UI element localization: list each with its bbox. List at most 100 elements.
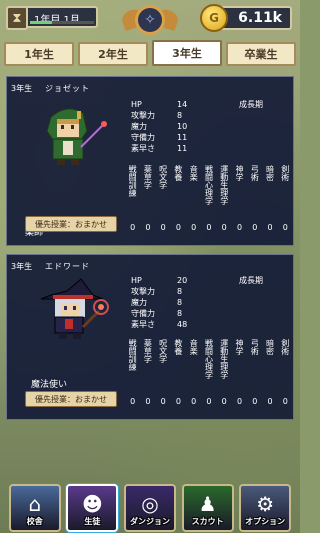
school-emblem-button[interactable]: ✧ — [119, 2, 181, 38]
subject-value: 0 — [130, 223, 136, 232]
subject-value: 0 — [145, 223, 151, 232]
stat-list: HP 20 攻撃力 8 魔力 8 守備力 8 素早さ 48 — [131, 276, 188, 329]
subject-label: 戦闘訓練 — [128, 165, 138, 197]
student-name: ジョゼット — [45, 84, 90, 93]
coin-icon: G — [200, 4, 228, 32]
subject-label: 呪文学 — [158, 165, 168, 189]
subject-grid: 戦闘訓練 0 薬草学 0 呪文学 0 教養 0 音楽 0 戦闘心理学 0 運動生理学 0 神学 0 弓術 0 暗密 0… — [125, 339, 293, 406]
subject-label: 剣術 — [280, 165, 290, 181]
subject-column: 神学 0 — [232, 339, 247, 406]
month-progress-bar — [30, 21, 94, 24]
subject-value: 0 — [206, 397, 212, 406]
subject-label: 剣術 — [280, 339, 290, 355]
nav-label: スカウト — [191, 517, 224, 526]
subject-label: 運動生理学 — [219, 165, 229, 205]
student-card[interactable]: 3年生 エドワード 魔法使い 優先授業：おまかせ HP 20 攻撃力 8 魔力 8 守… — [6, 254, 294, 420]
subject-label: 薬草学 — [143, 165, 153, 189]
grade-tabs: 1年生 2年生 3年生 卒業生 — [4, 40, 296, 66]
subject-label: 教養 — [173, 165, 183, 181]
subject-value: 0 — [282, 397, 288, 406]
nav-school[interactable]: ⌂ 校舎 — [8, 484, 61, 532]
nav-student[interactable]: ☻ 生徒 — [66, 484, 119, 532]
subject-column: 戦闘心理学 0 — [201, 165, 216, 232]
subject-value: 0 — [267, 397, 273, 406]
scout-icon: ♟ — [198, 492, 217, 516]
tab-grade-1[interactable]: 1年生 — [4, 42, 74, 66]
subject-label: 神学 — [234, 339, 244, 355]
subject-value: 0 — [175, 397, 181, 406]
subject-value: 0 — [267, 223, 273, 232]
subject-label: 運動生理学 — [219, 339, 229, 379]
money-box: G 6.11k — [200, 4, 292, 32]
student-sprite — [40, 278, 109, 339]
subject-column: 教養 0 — [171, 339, 186, 406]
subject-value: 0 — [191, 397, 197, 406]
bottom-nav: ⌂ 校舎 ☻ 生徒 ◎ ダンジョン ♟ スカウト ⚙ オプション — [0, 484, 300, 533]
subject-value: 0 — [221, 397, 227, 406]
tab-graduates[interactable]: 卒業生 — [226, 42, 296, 66]
subject-column: 薬草学 0 — [140, 339, 155, 406]
nav-options[interactable]: ⚙ オプション — [239, 484, 292, 532]
subject-value: 0 — [221, 223, 227, 232]
student-name: エドワード — [45, 262, 90, 271]
nav-scout[interactable]: ♟ スカウト — [181, 484, 234, 532]
subject-column: 弓術 0 — [247, 339, 262, 406]
subject-value: 0 — [160, 223, 166, 232]
subject-column: 音楽 0 — [186, 165, 201, 232]
priority-class-button[interactable]: 優先授業：おまかせ — [25, 391, 117, 407]
subject-column: 教養 0 — [171, 165, 186, 232]
subject-label: 戦闘心理学 — [204, 165, 214, 205]
nav-dungeon[interactable]: ◎ ダンジョン — [123, 484, 176, 532]
priority-class-button[interactable]: 優先授業：おまかせ — [25, 216, 117, 232]
subject-label: 暗密 — [265, 339, 275, 355]
tab-grade-2[interactable]: 2年生 — [78, 42, 148, 66]
subject-column: 運動生理学 0 — [217, 165, 232, 232]
subject-label: 戦闘訓練 — [128, 339, 138, 371]
subject-value: 0 — [175, 223, 181, 232]
subject-value: 0 — [252, 397, 258, 406]
options-icon: ⚙ — [256, 492, 275, 516]
subject-value: 0 — [145, 397, 151, 406]
subject-column: 剣術 0 — [278, 165, 293, 232]
nav-label: ダンジョン — [129, 517, 170, 526]
subject-column: 運動生理学 0 — [217, 339, 232, 406]
school-icon: ⌂ — [28, 492, 42, 516]
subject-value: 0 — [252, 223, 258, 232]
student-card[interactable]: 3年生 ジョゼット 薬師 優先授業：おまかせ HP 14 攻撃力 8 魔力 10 守備… — [6, 76, 294, 246]
tab-grade-3[interactable]: 3年生 — [152, 40, 222, 66]
subject-value: 0 — [282, 223, 288, 232]
subject-value: 0 — [236, 397, 243, 406]
subject-label: 神学 — [234, 165, 244, 181]
subject-label: 弓術 — [250, 339, 260, 355]
subject-column: 神学 0 — [232, 165, 247, 232]
subject-column: 剣術 0 — [278, 339, 293, 406]
dungeon-icon: ◎ — [141, 492, 159, 516]
subject-column: 弓術 0 — [247, 165, 262, 232]
student-year: 3年生 — [11, 84, 33, 93]
student-icon: ☻ — [81, 492, 103, 516]
subject-label: 音楽 — [189, 165, 199, 181]
stat-list: HP 14 攻撃力 8 魔力 10 守備力 11 素早さ 11 — [131, 100, 188, 153]
subject-column: 暗密 0 — [262, 339, 277, 406]
subject-column: 音楽 0 — [186, 339, 201, 406]
top-bar: ⧗ 1年目 1月 ✧ G 6.11k — [0, 0, 300, 40]
subject-label: 音楽 — [189, 339, 199, 355]
money-value: 6.11k — [238, 10, 282, 26]
subject-label: 戦闘心理学 — [204, 339, 214, 379]
subject-label: 暗密 — [265, 165, 275, 181]
subject-column: 薬草学 0 — [140, 165, 155, 232]
subject-column: 戦闘訓練 0 — [125, 165, 140, 232]
subject-label: 弓術 — [250, 165, 260, 181]
subject-column: 戦闘訓練 0 — [125, 339, 140, 406]
subject-value: 0 — [206, 223, 212, 232]
subject-value: 0 — [130, 397, 136, 406]
subject-grid: 戦闘訓練 0 薬草学 0 呪文学 0 教養 0 音楽 0 戦闘心理学 0 運動生理学 0 神学 0 弓術 0 暗密 0… — [125, 165, 293, 232]
subject-value: 0 — [160, 397, 166, 406]
subject-column: 呪文学 0 — [156, 339, 171, 406]
subject-value: 0 — [236, 223, 243, 232]
subject-value: 0 — [191, 223, 197, 232]
subject-column: 暗密 0 — [262, 165, 277, 232]
student-sprite — [46, 108, 107, 165]
subject-label: 呪文学 — [158, 339, 168, 363]
growth-label: 成長期 — [239, 276, 263, 285]
